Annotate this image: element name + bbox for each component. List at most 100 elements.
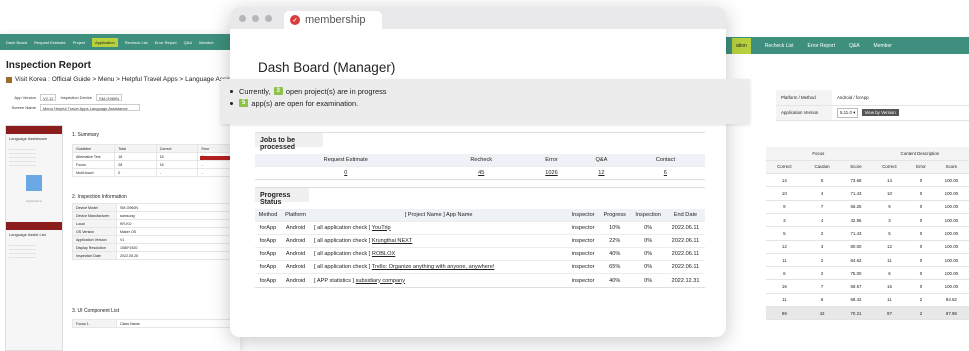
score-total-cell: 2 (908, 306, 934, 321)
app-name-link[interactable]: Krungthai NEXT (372, 238, 412, 244)
progress-header: Progress (599, 209, 631, 221)
nav-item-right-q-a[interactable]: Q&A (849, 43, 860, 49)
maximize-window-button[interactable] (265, 14, 272, 22)
inspection-cell: 0% (630, 233, 666, 248)
inspection-cell: 0% (630, 273, 666, 287)
score-cell: 0 (908, 213, 934, 228)
score-row: 9 7 56.25 9 0 100.00 (766, 200, 969, 214)
nav-item-right-error-report[interactable]: Error Report (807, 43, 835, 49)
platform-cell: Android (281, 246, 311, 261)
app-version-select-right[interactable]: 5.11.0 ▾ (837, 107, 859, 118)
score-cell: 2 (802, 266, 842, 281)
progress-header: Method (255, 209, 282, 221)
score-cell: 100.00 (933, 186, 969, 201)
score-subheader: Correct (870, 160, 909, 175)
table-row: forApp Android[ APP statistics ] subsidia… (255, 273, 705, 287)
score-cell: 73.68 (841, 173, 871, 188)
close-window-button[interactable] (239, 14, 246, 22)
project-name: [ APP statistics ] (314, 277, 356, 284)
nav-item-request-estimate[interactable]: Request Estimate (34, 40, 66, 45)
inspection-cell: 0% (630, 260, 666, 274)
jobs-count-error[interactable]: 1026 (525, 165, 578, 180)
score-cell: 11 (870, 293, 909, 308)
method-cell: forApp (255, 220, 282, 235)
inspector-cell: inspector (567, 233, 600, 248)
banner-line2-suffix: app(s) are open for examination. (251, 98, 359, 108)
project-name: [ all application check ] (314, 224, 372, 231)
summary-cell: - (155, 168, 199, 177)
score-cell: 4 (802, 213, 842, 228)
nav-item-right-recheck-list[interactable]: Recheck List (765, 43, 794, 49)
score-row: 5 2 71.43 5 0 100.00 (766, 226, 969, 241)
info-key: Device Manufacturer (72, 211, 117, 220)
score-cell: 6 (802, 293, 842, 308)
score-cell: 10 (870, 186, 909, 201)
method-cell: forApp (255, 273, 282, 287)
inspection-cell: 0% (630, 220, 666, 235)
nav-item-right-member[interactable]: Member (874, 43, 892, 49)
nav-item-recheck-list[interactable]: Recheck List (125, 40, 148, 45)
platform-label: Platform / Method (776, 90, 832, 106)
progress-title: Progress Status (255, 188, 309, 206)
score-cell: 11 (766, 253, 803, 268)
nav-item-project[interactable]: Project (73, 40, 85, 45)
summary-cell: 16 (114, 152, 157, 161)
app-name-link[interactable]: Trello: Organize anything with anyone, a… (372, 264, 495, 270)
score-cell: 56.25 (841, 200, 871, 214)
summary-header: Guideline (71, 144, 116, 153)
nav-item-right-ation[interactable]: ation (732, 37, 751, 54)
screen-name-label: Screen Name (11, 104, 36, 110)
score-row: 11 6 68.42 11 2 84.62 (766, 293, 969, 308)
check-logo-icon: ✓ (290, 15, 300, 25)
score-cell: 100.00 (933, 226, 969, 241)
app-version-select[interactable]: V2.12 (40, 93, 57, 101)
screen-name-field[interactable]: Menu Helpful Travel Apps Language Assist… (40, 103, 140, 111)
nav-item-error-report[interactable]: Error Report (155, 40, 177, 45)
platform-cell: Android (281, 260, 311, 274)
score-cell: 3 (870, 213, 909, 228)
score-cell: 5 (870, 226, 909, 241)
progress-table: Method Platform[ Project Name ] App Name I… (255, 209, 705, 287)
jobs-title: Jobs to be processed (255, 133, 323, 151)
progress-header: End Date (665, 209, 705, 221)
open-projects-count[interactable]: 3 (273, 87, 283, 95)
project-name: [ all application check ] (314, 250, 372, 257)
info-key: Device Model (72, 203, 117, 212)
nav-item-dash-board[interactable]: Dash Board (6, 40, 27, 45)
open-apps-count[interactable]: 5 (239, 99, 249, 107)
tab-title: membership (305, 14, 366, 26)
score-total-cell: 97 (870, 306, 909, 321)
project-app-cell: [ all application check ] Krungthai NEXT (310, 233, 568, 248)
inspection-device-select[interactable]: SM-G960N (96, 93, 123, 101)
nav-item-member[interactable]: Member (199, 40, 214, 45)
jobs-count-recheck[interactable]: 45 (436, 165, 526, 180)
statistics-window: ation Recheck List Error Report Q&A Member P… (726, 0, 969, 351)
summary-cell: 16 (155, 160, 199, 169)
view-by-version-button[interactable]: View by Version (861, 108, 899, 116)
info-key: Application Version (72, 235, 117, 244)
jobs-count-request-estimate[interactable]: 0 (255, 165, 437, 180)
app-name-link[interactable]: ROBLOX (372, 251, 395, 257)
progress-header: Inspector (567, 209, 600, 221)
score-row: 14 5 73.68 14 0 100.00 (766, 173, 969, 188)
score-cell: 100.00 (933, 200, 969, 214)
score-row: 16 7 69.57 16 0 100.00 (766, 279, 969, 294)
app-name-link[interactable]: subsidiary company (356, 278, 405, 284)
minimize-window-button[interactable] (252, 14, 259, 22)
score-cell: 75.00 (841, 266, 871, 281)
score-row: 6 2 75.00 6 0 100.00 (766, 266, 969, 281)
end-date-cell: 2022.06.11 (665, 246, 705, 261)
nav-item-q-a[interactable]: Q&A (184, 40, 192, 45)
app-name-link[interactable]: YouTrip (372, 225, 391, 231)
jobs-count-q-a[interactable]: 12 (577, 165, 626, 180)
info-key: Local (72, 219, 117, 228)
ui-component-col: Class Name (116, 319, 240, 328)
jobs-count-contact[interactable]: 6 (625, 165, 705, 180)
score-cell: 3 (766, 213, 803, 228)
phone-placeholder-lines-2: ————————— ————————— ————————— ————————— (9, 243, 36, 259)
banner-line1-suffix: open project(s) are in progress (285, 86, 387, 96)
platform-cell: Android (281, 273, 311, 287)
browser-tab[interactable]: ✓ membership (284, 11, 382, 29)
info-row: Device Model SM-G960N (72, 203, 240, 212)
nav-item-application[interactable]: Application (92, 37, 118, 47)
